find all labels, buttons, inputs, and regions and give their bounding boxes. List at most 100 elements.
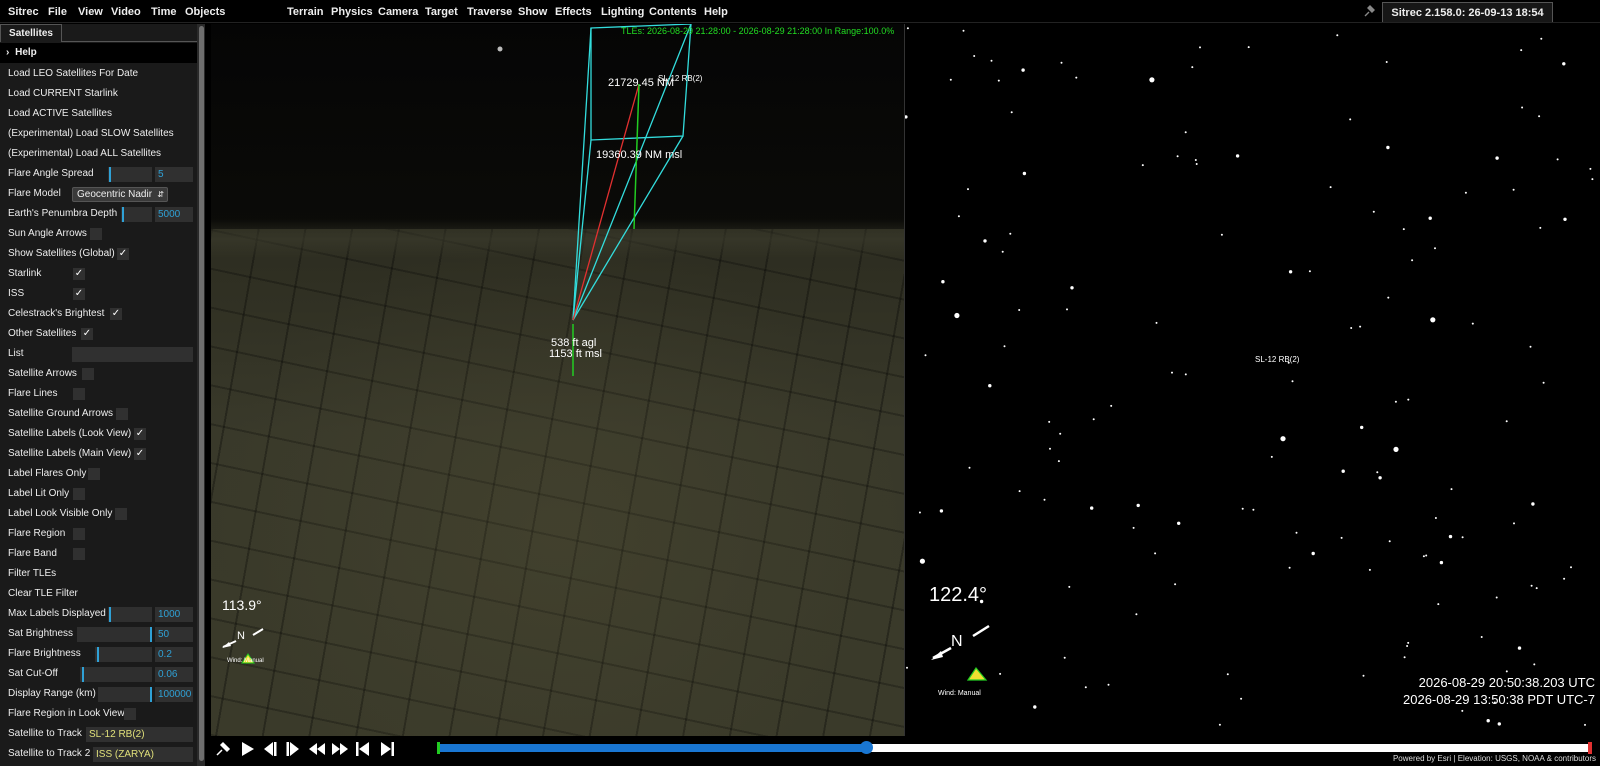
menu-help[interactable]: Help xyxy=(704,0,728,23)
rewind-icon[interactable] xyxy=(308,740,326,758)
star xyxy=(1184,131,1187,134)
slider-thumb[interactable] xyxy=(109,607,111,622)
slider-thumb[interactable] xyxy=(150,627,152,642)
flare-region-checkbox[interactable] xyxy=(73,528,85,540)
menu-physics[interactable]: Physics xyxy=(331,0,373,23)
label-look-visible-checkbox[interactable] xyxy=(115,508,127,520)
menu-contents[interactable]: Contents xyxy=(649,0,697,23)
satellite-arrows-checkbox[interactable] xyxy=(82,368,94,380)
menu-view[interactable]: View xyxy=(78,0,103,23)
star xyxy=(1368,568,1371,571)
step-forward-icon[interactable] xyxy=(284,740,302,758)
slider-thumb[interactable] xyxy=(97,647,99,662)
penumbra-depth-input[interactable]: 5000 xyxy=(155,207,193,222)
timeline-thumb[interactable] xyxy=(860,741,873,754)
star xyxy=(1291,380,1294,383)
slider-thumb[interactable] xyxy=(82,667,84,682)
star xyxy=(1406,645,1409,647)
penumbra-depth-slider[interactable] xyxy=(121,207,152,222)
sat-cutoff-input[interactable]: 0.06 xyxy=(155,667,193,682)
skip-start-icon[interactable] xyxy=(354,740,372,758)
menu-time[interactable]: Time xyxy=(151,0,176,23)
display-range-slider[interactable] xyxy=(98,687,152,702)
star xyxy=(924,354,927,357)
star xyxy=(1110,404,1113,407)
label-lit-only-checkbox[interactable] xyxy=(73,488,85,500)
star xyxy=(919,558,925,564)
check-icon: ✓ xyxy=(74,268,84,279)
step-back-icon[interactable] xyxy=(261,740,279,758)
load-starlink-button[interactable]: Load CURRENT Starlink xyxy=(0,84,197,104)
look-view[interactable]: SL-12 RB(2) 122.4° N Wind: Manual 2026-0… xyxy=(905,24,1600,736)
load-leo-button[interactable]: Load LEO Satellites For Date xyxy=(0,64,197,84)
sat-to-track2-input[interactable]: ISS (ZARYA) xyxy=(93,747,193,762)
flare-angle-spread-slider[interactable] xyxy=(108,167,152,182)
other-satellites-checkbox[interactable]: ✓ xyxy=(81,328,93,340)
menu-sitrec[interactable]: Sitrec xyxy=(8,0,39,23)
timeline-start-marker xyxy=(437,742,440,754)
star xyxy=(1372,210,1375,213)
pin-icon[interactable] xyxy=(214,740,232,758)
star xyxy=(1226,673,1229,676)
ground-arrows-checkbox[interactable] xyxy=(116,408,128,420)
clear-tle-filter-button[interactable]: Clear TLE Filter xyxy=(0,584,197,604)
menu-target[interactable]: Target xyxy=(425,0,458,23)
menu-lighting[interactable]: Lighting xyxy=(601,0,644,23)
wind-label-look: Wind: Manual xyxy=(938,690,981,697)
iss-checkbox[interactable]: ✓ xyxy=(73,288,85,300)
star xyxy=(968,466,971,469)
menu-terrain[interactable]: Terrain xyxy=(287,0,323,23)
skip-end-icon[interactable] xyxy=(378,740,396,758)
flare-brightness-input[interactable]: 0.2 xyxy=(155,647,193,662)
max-labels-slider[interactable] xyxy=(108,607,152,622)
labels-look-checkbox[interactable]: ✓ xyxy=(134,428,146,440)
menu-file[interactable]: File xyxy=(48,0,67,23)
sun-angle-arrows-checkbox[interactable] xyxy=(90,228,102,240)
labels-main-checkbox[interactable]: ✓ xyxy=(134,448,146,460)
main-view[interactable]: TLEs: 2026-08-29 21:28:00 - 2026-08-29 2… xyxy=(211,24,905,736)
help-folder[interactable]: › Help xyxy=(0,43,197,63)
flare-lines-checkbox[interactable] xyxy=(73,388,85,400)
penumbra-depth-row: Earth's Penumbra Depth 5000 xyxy=(0,204,197,224)
load-slow-button[interactable]: (Experimental) Load SLOW Satellites xyxy=(0,124,197,144)
pin-icon[interactable] xyxy=(1362,4,1376,18)
flare-brightness-row: Flare Brightness 0.2 xyxy=(0,644,197,664)
star xyxy=(1043,498,1046,501)
menu-objects[interactable]: Objects xyxy=(185,0,225,23)
labels-look-row: Satellite Labels (Look View) ✓ xyxy=(8,428,146,440)
flare-model-select[interactable]: Geocentric Nadir ⇵ xyxy=(72,187,168,202)
sat-brightness-input[interactable]: 50 xyxy=(155,627,193,642)
display-range-input[interactable]: 100000 xyxy=(155,687,193,702)
label-flares-only-checkbox[interactable] xyxy=(88,468,100,480)
slider-thumb[interactable] xyxy=(109,167,111,182)
celestrack-checkbox[interactable]: ✓ xyxy=(110,308,122,320)
flare-region-look-checkbox[interactable] xyxy=(124,708,136,720)
menu-effects[interactable]: Effects xyxy=(555,0,592,23)
filter-tles-button[interactable]: Filter TLEs xyxy=(0,564,197,584)
menu-video[interactable]: Video xyxy=(111,0,141,23)
load-all-button[interactable]: (Experimental) Load ALL Satellites xyxy=(0,144,197,164)
slider-thumb[interactable] xyxy=(122,207,124,222)
load-active-button[interactable]: Load ACTIVE Satellites xyxy=(0,104,197,124)
fast-forward-icon[interactable] xyxy=(331,740,349,758)
star xyxy=(1385,61,1388,63)
star xyxy=(1376,471,1379,474)
menu-camera[interactable]: Camera xyxy=(378,0,418,23)
flare-band-checkbox[interactable] xyxy=(73,548,85,560)
tab-satellites[interactable]: Satellites xyxy=(0,24,62,42)
flare-angle-spread-input[interactable]: 5 xyxy=(155,167,193,182)
starlink-checkbox[interactable]: ✓ xyxy=(73,268,85,280)
panel-scrollbar-thumb[interactable] xyxy=(199,26,204,761)
play-icon[interactable] xyxy=(238,740,256,758)
sat-to-track-row: Satellite to Track SL-12 RB(2) xyxy=(0,724,197,744)
slider-thumb[interactable] xyxy=(150,687,152,702)
sat-to-track-input[interactable]: SL-12 RB(2) xyxy=(86,727,193,742)
sat-cutoff-slider[interactable] xyxy=(80,667,152,682)
flare-brightness-slider[interactable] xyxy=(95,647,152,662)
menu-traverse[interactable]: Traverse xyxy=(467,0,512,23)
max-labels-input[interactable]: 1000 xyxy=(155,607,193,622)
show-satellites-checkbox[interactable]: ✓ xyxy=(117,248,129,260)
sat-brightness-slider[interactable] xyxy=(77,627,152,642)
menu-show[interactable]: Show xyxy=(518,0,547,23)
list-input[interactable] xyxy=(72,347,193,362)
